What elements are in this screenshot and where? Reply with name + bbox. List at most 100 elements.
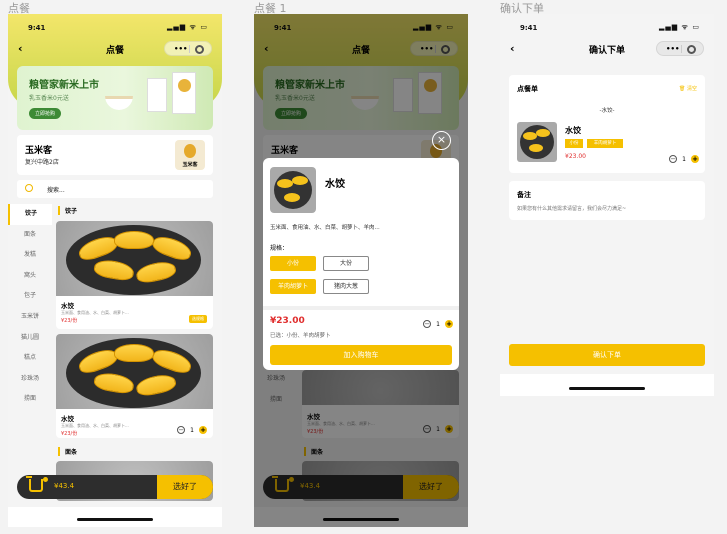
- mini-program-capsule[interactable]: •••: [164, 41, 212, 56]
- dish-card[interactable]: 水饺 玉米面、食用油、水、白菜、胡萝卜... ¥23/份 −1 +: [56, 334, 213, 438]
- category-header: 饺子: [58, 206, 77, 215]
- rice-bowl-image: [105, 96, 133, 110]
- sidebar-item[interactable]: 捞面: [8, 389, 52, 410]
- confirm-order-button[interactable]: 确认下单: [509, 344, 705, 366]
- dish-photo: [56, 221, 213, 296]
- checkout-button[interactable]: 选好了: [157, 475, 213, 499]
- dumpling: [523, 132, 537, 140]
- plus-icon[interactable]: +: [199, 426, 207, 434]
- sidebar-item[interactable]: 包子: [8, 286, 52, 307]
- order-list-title: 点餐单: [517, 85, 538, 93]
- rice-bag-image: [147, 78, 167, 112]
- banner-subtitle: 乳玉香米0元送: [29, 95, 69, 102]
- dumpling: [284, 193, 300, 202]
- bottom-safe-area: [8, 507, 222, 527]
- close-capsule-icon[interactable]: [687, 45, 696, 54]
- selected-spec-text: 已选：小份、羊肉胡萝卜: [270, 333, 331, 339]
- home-indicator: [77, 518, 153, 521]
- capsule-divider: [681, 45, 682, 53]
- clear-label: 清空: [686, 86, 697, 92]
- plate-image: [274, 171, 312, 209]
- promo-banner[interactable]: 粮管家新米上市 乳玉香米0元送 立即抢购: [17, 66, 213, 130]
- status-bar: 9:41 ▂▄▆ ᯤ ▭: [500, 14, 714, 40]
- sidebar-item[interactable]: 饺子: [8, 204, 52, 225]
- quantity-stepper: −1 +: [423, 320, 453, 328]
- dumpling: [76, 232, 120, 264]
- price-unit: /份: [70, 318, 78, 324]
- order-item-name: 水饺: [565, 126, 581, 135]
- nav-bar: ‹ 点餐 •••: [8, 40, 222, 60]
- quantity-stepper: −1 +: [177, 426, 207, 434]
- sidebar-item[interactable]: 窝头: [8, 266, 52, 287]
- sidebar-item[interactable]: 面条: [8, 225, 52, 246]
- status-time: 9:41: [28, 24, 46, 32]
- add-to-cart-button[interactable]: 加入购物车: [270, 345, 452, 365]
- price-value: ¥23: [61, 318, 71, 324]
- search-icon: [25, 184, 33, 192]
- banner-buy-button[interactable]: 立即抢购: [29, 108, 62, 119]
- dish-name: 水饺: [61, 415, 74, 423]
- mini-program-capsule[interactable]: •••: [656, 41, 704, 56]
- spec-option-pork-scallion[interactable]: 猪肉大葱: [323, 279, 369, 294]
- dumpling: [134, 372, 178, 398]
- sidebar-item[interactable]: 珍珠汤: [8, 369, 52, 390]
- dish-card[interactable]: 水饺 玉米面、食用油、水、白菜、胡萝卜... ¥23/份 选规格: [56, 221, 213, 329]
- plus-icon[interactable]: +: [691, 155, 699, 163]
- nav-bar: ‹ 确认下单 •••: [500, 40, 714, 60]
- close-capsule-icon[interactable]: [195, 45, 204, 54]
- home-indicator: [569, 387, 645, 390]
- search-placeholder: 搜索...: [47, 187, 65, 194]
- search-input[interactable]: 搜索...: [17, 180, 213, 198]
- order-group-label: -水饺-: [599, 108, 615, 114]
- sidebar-item[interactable]: 糕点: [8, 348, 52, 369]
- cart-icon[interactable]: [26, 476, 43, 492]
- remark-section[interactable]: 备注 如果您有什么其他需求请留言，我们会尽力满足~: [509, 181, 705, 220]
- dish-description: 玉米面、食用油、水、白菜、胡萝卜...: [61, 310, 129, 315]
- spec-option-lamb-carrot[interactable]: 羊肉胡萝卜: [270, 279, 316, 294]
- sidebar-item[interactable]: 发糕: [8, 245, 52, 266]
- status-icons: ▂▄▆ ᯤ ▭: [658, 23, 700, 31]
- dumpling: [114, 231, 154, 249]
- dumpling: [292, 176, 308, 185]
- spec-option-small[interactable]: 小份: [270, 256, 316, 271]
- order-screen-spec-popup: 9:41 ▂▄▆ ᯤ ▭ ‹ 点餐 ••• 粮管家新米上市 乳玉香米0元送 立即…: [254, 14, 468, 527]
- remark-input[interactable]: 如果您有什么其他需求请留言，我们会尽力满足~: [517, 205, 626, 212]
- minus-icon[interactable]: −: [423, 320, 432, 328]
- shop-address: 复兴中路2店: [25, 159, 59, 166]
- close-icon[interactable]: ×: [432, 131, 451, 150]
- rice-bag-large-image: [172, 72, 196, 114]
- plus-icon[interactable]: +: [445, 320, 453, 328]
- more-icon[interactable]: •••: [174, 45, 187, 53]
- trash-icon: 🗑: [679, 86, 687, 92]
- plate-image: [66, 338, 201, 408]
- quantity-value: 1: [682, 155, 686, 163]
- dumpling: [134, 259, 178, 285]
- remark-title: 备注: [517, 191, 531, 199]
- quantity-stepper: −1 +: [669, 155, 699, 163]
- minus-icon[interactable]: −: [669, 155, 678, 163]
- minus-icon[interactable]: −: [177, 426, 186, 434]
- sidebar-item[interactable]: 猫儿圆: [8, 328, 52, 349]
- confirm-order-screen: 9:41 ▂▄▆ ᯤ ▭ ‹ 确认下单 ••• 点餐单 🗑 清空 -水饺- 水饺…: [500, 14, 714, 396]
- cart-bar[interactable]: ¥43.4 选好了: [17, 475, 213, 499]
- spec-option-large[interactable]: 大份: [323, 256, 369, 271]
- dish-thumbnail: [270, 167, 316, 213]
- dish-name: 水饺: [61, 302, 74, 310]
- dumpling: [529, 144, 543, 152]
- spec-label: 规格：: [270, 245, 289, 252]
- popup-price: ¥23.00: [270, 316, 305, 326]
- capsule-divider: [189, 45, 190, 53]
- shop-name: 玉米客: [25, 146, 53, 156]
- dumpling: [150, 232, 194, 264]
- dish-price: ¥23/份: [61, 317, 77, 324]
- spec-tag: 羊肉胡萝卜: [587, 139, 623, 148]
- choose-spec-button[interactable]: 选规格: [189, 315, 207, 323]
- more-icon[interactable]: •••: [666, 45, 679, 53]
- dish-thumbnail: [517, 122, 557, 162]
- sidebar-item[interactable]: 玉米饼: [8, 307, 52, 328]
- price-value: ¥23: [61, 431, 71, 437]
- cart-total: ¥43.4: [54, 482, 75, 490]
- clear-button[interactable]: 🗑 清空: [679, 85, 697, 92]
- divider: [263, 306, 459, 310]
- plate-image: [66, 225, 201, 295]
